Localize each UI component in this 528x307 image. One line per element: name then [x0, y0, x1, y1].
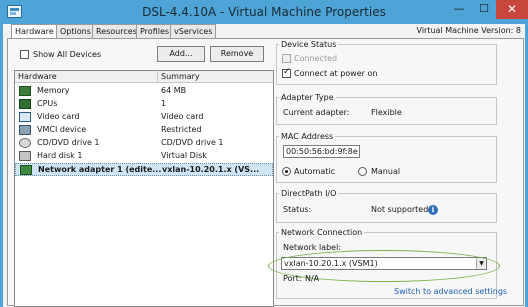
- highlight-ellipse: [268, 250, 500, 282]
- switch-to-advanced-settings-link[interactable]: Switch to advanced settings: [394, 287, 507, 296]
- tab-resources[interactable]: Resources: [92, 24, 141, 38]
- hardware-name: Video card: [37, 112, 80, 121]
- current-adapter-label: Current adapter:: [283, 108, 350, 117]
- tab-options[interactable]: Options: [56, 24, 95, 38]
- connect-at-power-on-label: Connect at power on: [294, 69, 378, 78]
- directpath-status-label: Status:: [283, 205, 312, 214]
- hardware-summary: Virtual Disk: [161, 151, 207, 160]
- current-adapter-value: Flexible: [371, 108, 402, 117]
- hardware-row-network-adapter[interactable]: Network adapter 1 (edite... vxlan-10.20.…: [15, 163, 273, 176]
- network-connection-title: Network Connection: [279, 228, 365, 237]
- hardware-summary: CD/DVD drive 1: [161, 138, 224, 147]
- hardware-summary: Video card: [161, 112, 204, 121]
- tab-profiles[interactable]: Profiles: [136, 24, 174, 38]
- column-hardware[interactable]: Hardware: [18, 72, 57, 81]
- network-adapter-icon: [20, 165, 32, 175]
- hardware-name: Network adapter 1 (edite...: [38, 165, 162, 174]
- connect-at-power-on-checkbox[interactable]: [282, 67, 291, 78]
- hardware-row-cpus[interactable]: CPUs 1: [15, 98, 273, 110]
- column-summary[interactable]: Summary: [161, 72, 200, 81]
- device-status-group: Device Status: [276, 40, 497, 85]
- mac-address-title: MAC Address: [279, 132, 336, 141]
- adapter-type-title: Adapter Type: [279, 93, 336, 102]
- column-divider: [157, 71, 158, 83]
- mac-manual-radio[interactable]: [358, 167, 367, 176]
- port-label: Port:: [283, 274, 302, 283]
- hardware-row-memory[interactable]: Memory 64 MB: [15, 85, 273, 97]
- directpath-status-value: Not supported: [371, 205, 429, 214]
- memory-icon: [19, 86, 31, 96]
- mac-address-field[interactable]: 00:50:56:bd:9f:8e: [283, 145, 360, 158]
- hardware-list-header: Hardware Summary: [15, 71, 273, 83]
- show-all-devices-label: Show All Devices: [33, 50, 102, 59]
- minimize-button[interactable]: —: [446, 0, 472, 19]
- hardware-list: Hardware Summary Memory 64 MB CPUs 1 Vid…: [14, 70, 274, 307]
- hardware-name: VMCI device: [37, 125, 87, 134]
- connected-checkbox[interactable]: [282, 54, 291, 63]
- port-value: N/A: [305, 274, 320, 283]
- hardware-summary: 64 MB: [161, 86, 187, 95]
- close-button[interactable]: ✕: [496, 0, 528, 19]
- tab-vservices[interactable]: vServices: [170, 24, 217, 38]
- video-card-icon: [19, 112, 31, 122]
- vmci-icon: [19, 125, 31, 135]
- hardware-summary: 1: [161, 99, 167, 108]
- hardware-row-vmci-device[interactable]: VMCI device Restricted: [15, 124, 273, 136]
- mac-automatic-radio[interactable]: [282, 167, 291, 176]
- hardware-name: CPUs: [37, 99, 58, 108]
- hardware-name: CD/DVD drive 1: [37, 138, 100, 147]
- vm-version-label: Virtual Machine Version: 8: [416, 26, 521, 35]
- cpu-icon: [19, 99, 31, 109]
- connected-label: Connected: [294, 54, 338, 63]
- hardware-row-cd-dvd[interactable]: CD/DVD drive 1 CD/DVD drive 1: [15, 137, 273, 149]
- cd-dvd-icon: [19, 138, 31, 148]
- mac-automatic-label: Automatic: [294, 167, 336, 176]
- hardware-row-video-card[interactable]: Video card Video card: [15, 111, 273, 123]
- mac-manual-label: Manual: [371, 167, 401, 176]
- hardware-name: Memory: [37, 86, 70, 95]
- show-all-devices-checkbox[interactable]: [20, 50, 29, 59]
- device-status-title: Device Status: [279, 40, 339, 49]
- remove-button[interactable]: Remove: [210, 46, 264, 62]
- title-bar: DSL-4.4.10A - Virtual Machine Properties…: [0, 0, 528, 24]
- tab-hardware[interactable]: Hardware: [11, 24, 58, 39]
- hardware-summary: Restricted: [161, 125, 202, 134]
- hardware-name: Hard disk 1: [37, 151, 83, 160]
- directpath-title: DirectPath I/O: [279, 189, 339, 198]
- hardware-summary: vxlan-10.20.1.x (VS...: [162, 165, 260, 174]
- add-button[interactable]: Add...: [157, 46, 205, 62]
- hardware-row-hard-disk[interactable]: Hard disk 1 Virtual Disk: [15, 150, 273, 162]
- info-icon[interactable]: i: [428, 205, 438, 215]
- hard-disk-icon: [19, 151, 31, 161]
- maximize-button[interactable]: ☐: [472, 0, 496, 19]
